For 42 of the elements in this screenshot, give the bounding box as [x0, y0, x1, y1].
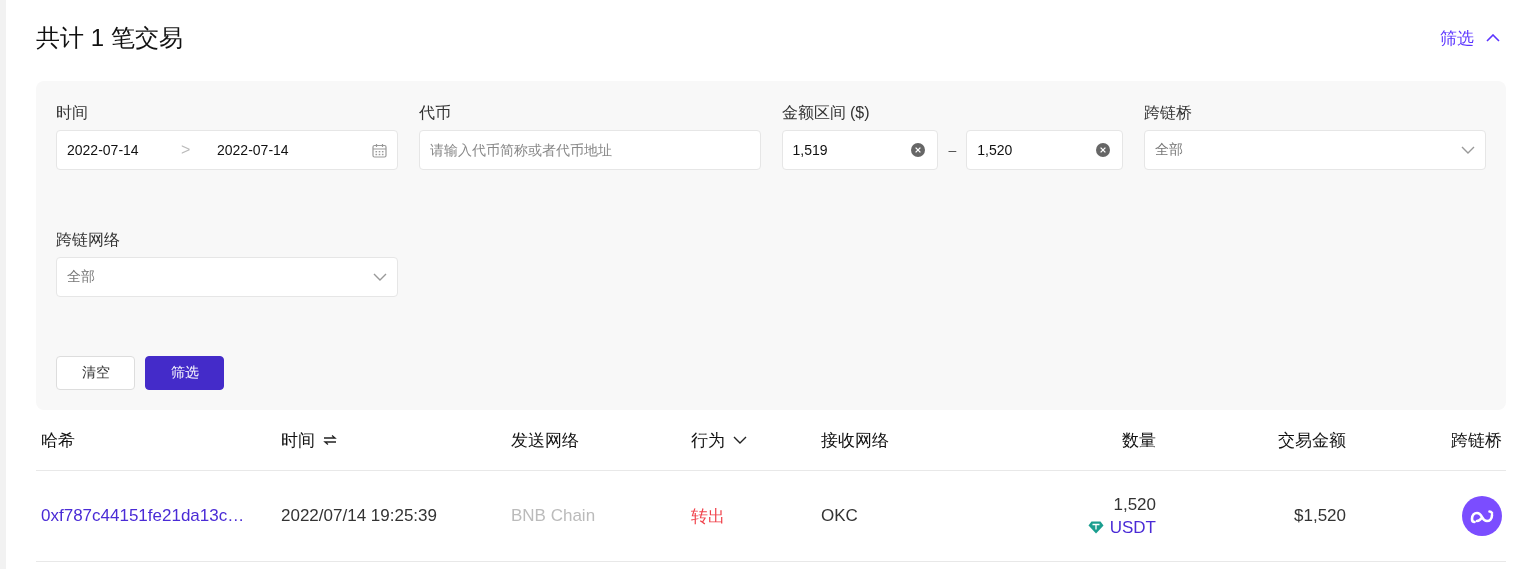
bridge-logo-icon	[1462, 496, 1502, 536]
clear-icon	[911, 143, 926, 157]
field-label: 跨链桥	[1144, 103, 1194, 123]
column-header: 交易金额	[1278, 429, 1346, 452]
chevron-down-icon	[1461, 146, 1475, 154]
column-header: 哈希	[41, 429, 75, 452]
field-label: 金额区间 ($)	[781, 103, 871, 123]
diamond-icon	[1087, 521, 1104, 534]
field-label: 代币	[418, 103, 452, 123]
table-cell: 1,520	[1113, 494, 1156, 515]
select-field[interactable]: 全部	[56, 257, 398, 297]
sort-arrows-icon	[323, 435, 337, 445]
filter-toggle[interactable]: 筛选	[1440, 26, 1506, 50]
column-header: 接收网络	[821, 429, 889, 452]
field-label: 时间	[56, 103, 89, 123]
column-header: 跨链桥	[1451, 429, 1502, 452]
calendar-icon	[371, 142, 387, 158]
table-cell: $1,520	[1294, 506, 1346, 526]
chevron-down-icon	[733, 436, 747, 444]
field-label: 跨链网络	[56, 230, 121, 250]
date-range-field[interactable]: 2022-07-14 > 2022-07-14	[56, 130, 398, 170]
chevron-up-icon	[1486, 34, 1500, 42]
chevron-down-icon	[372, 273, 387, 281]
range-separator: –	[948, 142, 957, 158]
column-header: 发送网络	[511, 429, 579, 452]
token-search-field[interactable]: 请输入代币简称或者代币地址	[418, 130, 761, 170]
column-header: 数量	[1122, 429, 1156, 452]
page-title: 共计 1 笔交易	[36, 23, 183, 53]
table-cell: 2022/07/14 19:25:39	[281, 506, 437, 526]
token-link[interactable]: USDT	[1109, 517, 1156, 538]
column-header[interactable]: 时间	[281, 428, 315, 452]
table-cell: BNB Chain	[511, 506, 596, 526]
table-cell-text: 转出	[691, 505, 725, 528]
apply-button[interactable]: 筛选	[145, 356, 224, 390]
select-field[interactable]: 全部	[1144, 130, 1486, 170]
clear-button[interactable]: 清空	[56, 356, 135, 390]
amount-field[interactable]: 1,519	[781, 130, 939, 170]
clear-icon	[1096, 143, 1111, 157]
column-header[interactable]: 行为	[691, 428, 725, 452]
amount-field[interactable]: 1,520	[966, 130, 1124, 170]
hash-link[interactable]: 0xf787c44151fe21da13c…	[41, 506, 245, 526]
table-cell: OKC	[821, 506, 858, 526]
